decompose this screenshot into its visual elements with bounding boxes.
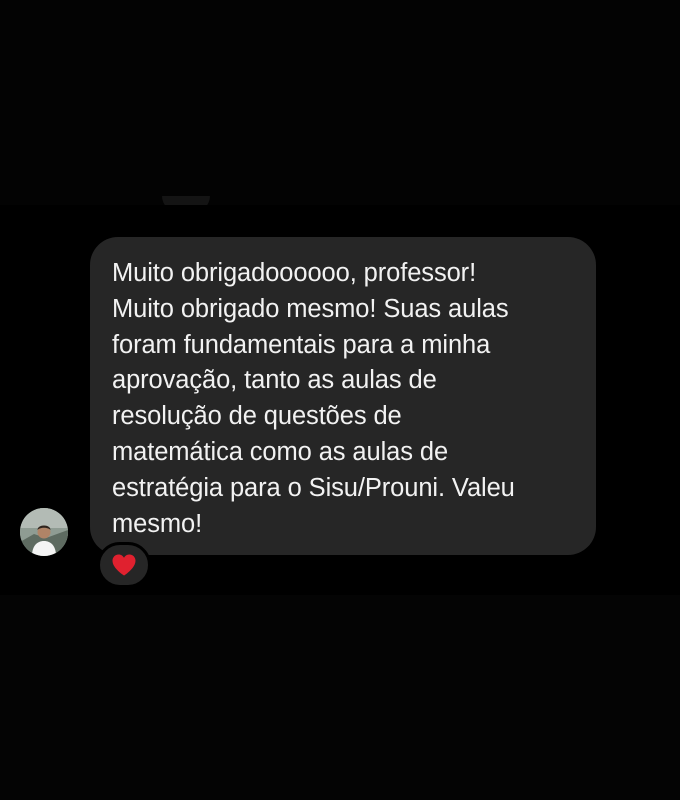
top-background (0, 0, 680, 205)
bottom-background (0, 595, 680, 800)
sender-avatar[interactable] (20, 508, 68, 556)
chat-screen: Muito obrigadoooooo, professor! Muito ob… (0, 0, 680, 800)
heart-icon (112, 554, 136, 576)
message-bubble[interactable]: Muito obrigadoooooo, professor! Muito ob… (90, 237, 596, 555)
user-photo-icon (20, 508, 68, 556)
reaction-badge[interactable] (97, 542, 151, 588)
message-text: Muito obrigadoooooo, professor! Muito ob… (112, 259, 515, 538)
